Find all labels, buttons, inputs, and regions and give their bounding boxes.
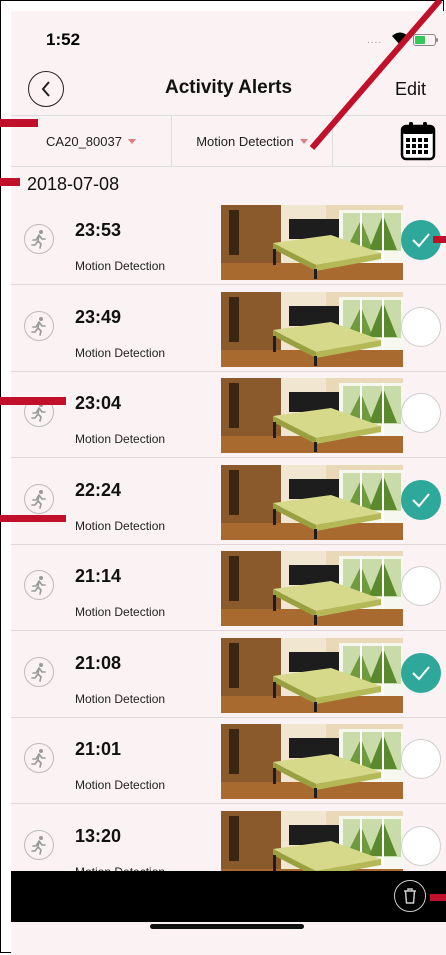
running-person-icon bbox=[24, 743, 54, 773]
alert-list-item[interactable]: 23:49 Motion Detection bbox=[11, 286, 446, 372]
alert-snapshot-thumbnail[interactable] bbox=[221, 465, 403, 540]
date-header: 2018-07-08 bbox=[27, 174, 120, 194]
alert-type-label: Motion Detection bbox=[75, 692, 166, 706]
device-filter-label: CA20_80037 bbox=[46, 133, 122, 149]
select-checkbox[interactable] bbox=[401, 739, 441, 779]
alert-list-item[interactable]: 23:04 Motion Detection bbox=[11, 372, 446, 458]
bottom-toolbar bbox=[11, 871, 446, 922]
alert-snapshot-thumbnail[interactable] bbox=[221, 292, 403, 367]
alert-list-item[interactable]: 21:14 Motion Detection bbox=[11, 545, 446, 631]
alert-snapshot-thumbnail[interactable] bbox=[221, 551, 403, 626]
running-person-icon bbox=[24, 657, 54, 687]
alert-time: 21:01 bbox=[75, 739, 122, 759]
alert-snapshot-thumbnail[interactable] bbox=[221, 724, 403, 799]
annotation-line bbox=[433, 236, 446, 243]
alert-list-item[interactable]: 21:01 Motion Detection bbox=[11, 718, 446, 804]
alert-time: 21:14 bbox=[75, 566, 122, 586]
annotation-line bbox=[0, 397, 66, 405]
alert-list-item[interactable]: 21:08 Motion Detection bbox=[11, 632, 446, 718]
alert-list-item[interactable]: 23:53 Motion Detection bbox=[11, 199, 446, 285]
running-person-icon bbox=[24, 830, 54, 860]
status-time: 1:52 bbox=[46, 30, 81, 49]
alert-time: 23:49 bbox=[75, 307, 122, 327]
trash-icon bbox=[404, 888, 416, 904]
select-checkbox[interactable] bbox=[401, 566, 441, 606]
alert-snapshot-thumbnail[interactable] bbox=[221, 205, 403, 280]
alert-time: 23:04 bbox=[75, 393, 122, 413]
alert-time: 22:24 bbox=[75, 480, 122, 500]
chevron-down-icon bbox=[127, 138, 136, 144]
alert-type-label: Motion Detection bbox=[75, 432, 166, 446]
select-checkbox-checked[interactable] bbox=[401, 480, 441, 520]
checkmark-icon bbox=[412, 493, 430, 508]
annotation-line bbox=[0, 515, 66, 522]
alert-time: 23:53 bbox=[75, 220, 122, 240]
running-person-icon bbox=[24, 311, 54, 341]
delete-button[interactable] bbox=[394, 880, 426, 912]
alert-type-label: Motion Detection bbox=[75, 346, 166, 360]
alert-time: 13:20 bbox=[75, 826, 122, 846]
running-person-icon bbox=[24, 224, 54, 254]
alert-list-item[interactable]: 22:24 Motion Detection bbox=[11, 459, 446, 545]
select-checkbox[interactable] bbox=[401, 826, 441, 866]
event-type-filter-label: Motion Detection bbox=[196, 133, 294, 149]
select-checkbox[interactable] bbox=[401, 393, 441, 433]
alert-type-label: Motion Detection bbox=[75, 778, 166, 792]
select-checkbox-checked[interactable] bbox=[401, 653, 441, 693]
running-person-icon bbox=[24, 484, 54, 514]
alert-snapshot-thumbnail[interactable] bbox=[221, 378, 403, 453]
alert-type-label: Motion Detection bbox=[75, 519, 166, 533]
alert-time: 21:08 bbox=[75, 653, 122, 673]
home-indicator bbox=[150, 924, 304, 929]
annotation-line bbox=[0, 119, 38, 127]
alert-type-label: Motion Detection bbox=[75, 605, 166, 619]
checkmark-icon bbox=[412, 233, 430, 248]
annotation-line bbox=[0, 178, 20, 186]
annotation-diagonal bbox=[309, 0, 443, 150]
select-checkbox[interactable] bbox=[401, 307, 441, 347]
running-person-icon bbox=[24, 570, 54, 600]
annotation-line bbox=[430, 894, 446, 901]
alert-snapshot-thumbnail[interactable] bbox=[221, 638, 403, 713]
alert-type-label: Motion Detection bbox=[75, 259, 166, 273]
checkmark-icon bbox=[412, 666, 430, 681]
